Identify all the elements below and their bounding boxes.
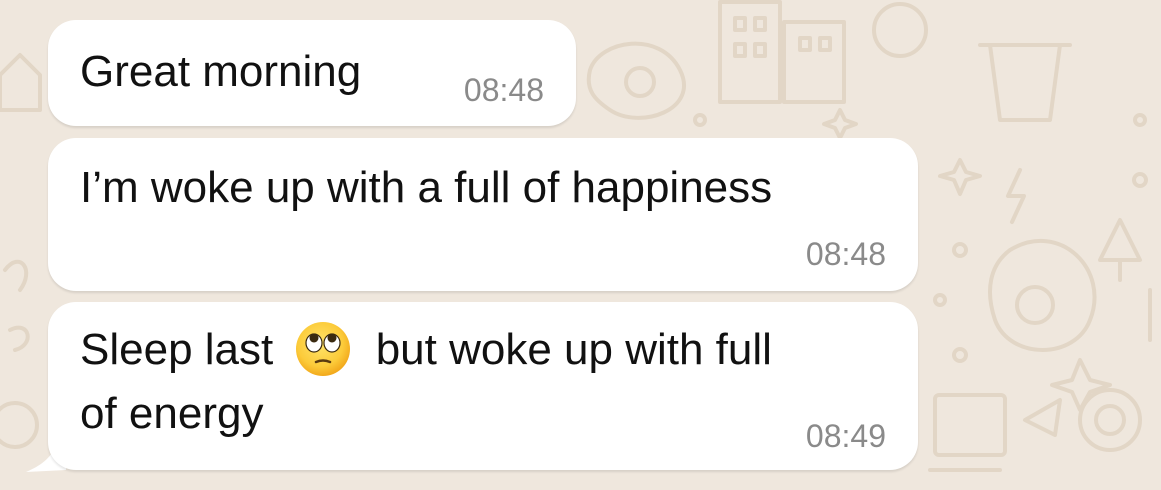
message-text-part: but woke up with full <box>375 325 772 374</box>
message-timestamp: 08:48 <box>463 72 544 108</box>
message-bubble[interactable]: Sleep last but woke up with full of ener… <box>48 302 918 470</box>
message-bubble[interactable]: Great morning 08:48 <box>48 20 576 126</box>
message-bubble[interactable]: I’m woke up with a full of happiness 08:… <box>48 138 918 291</box>
message-text-part: Sleep last <box>80 325 274 374</box>
message-text: Sleep last but woke up with full <box>80 318 772 383</box>
message-text: Great morning <box>80 47 362 96</box>
message-text-line-2: of energy <box>80 389 264 438</box>
message-text: I’m woke up with a full of happiness <box>80 163 773 212</box>
message-timestamp: 08:49 <box>805 418 886 454</box>
message-timestamp: 08:48 <box>805 236 886 272</box>
rolling-eyes-emoji-icon <box>296 322 351 377</box>
